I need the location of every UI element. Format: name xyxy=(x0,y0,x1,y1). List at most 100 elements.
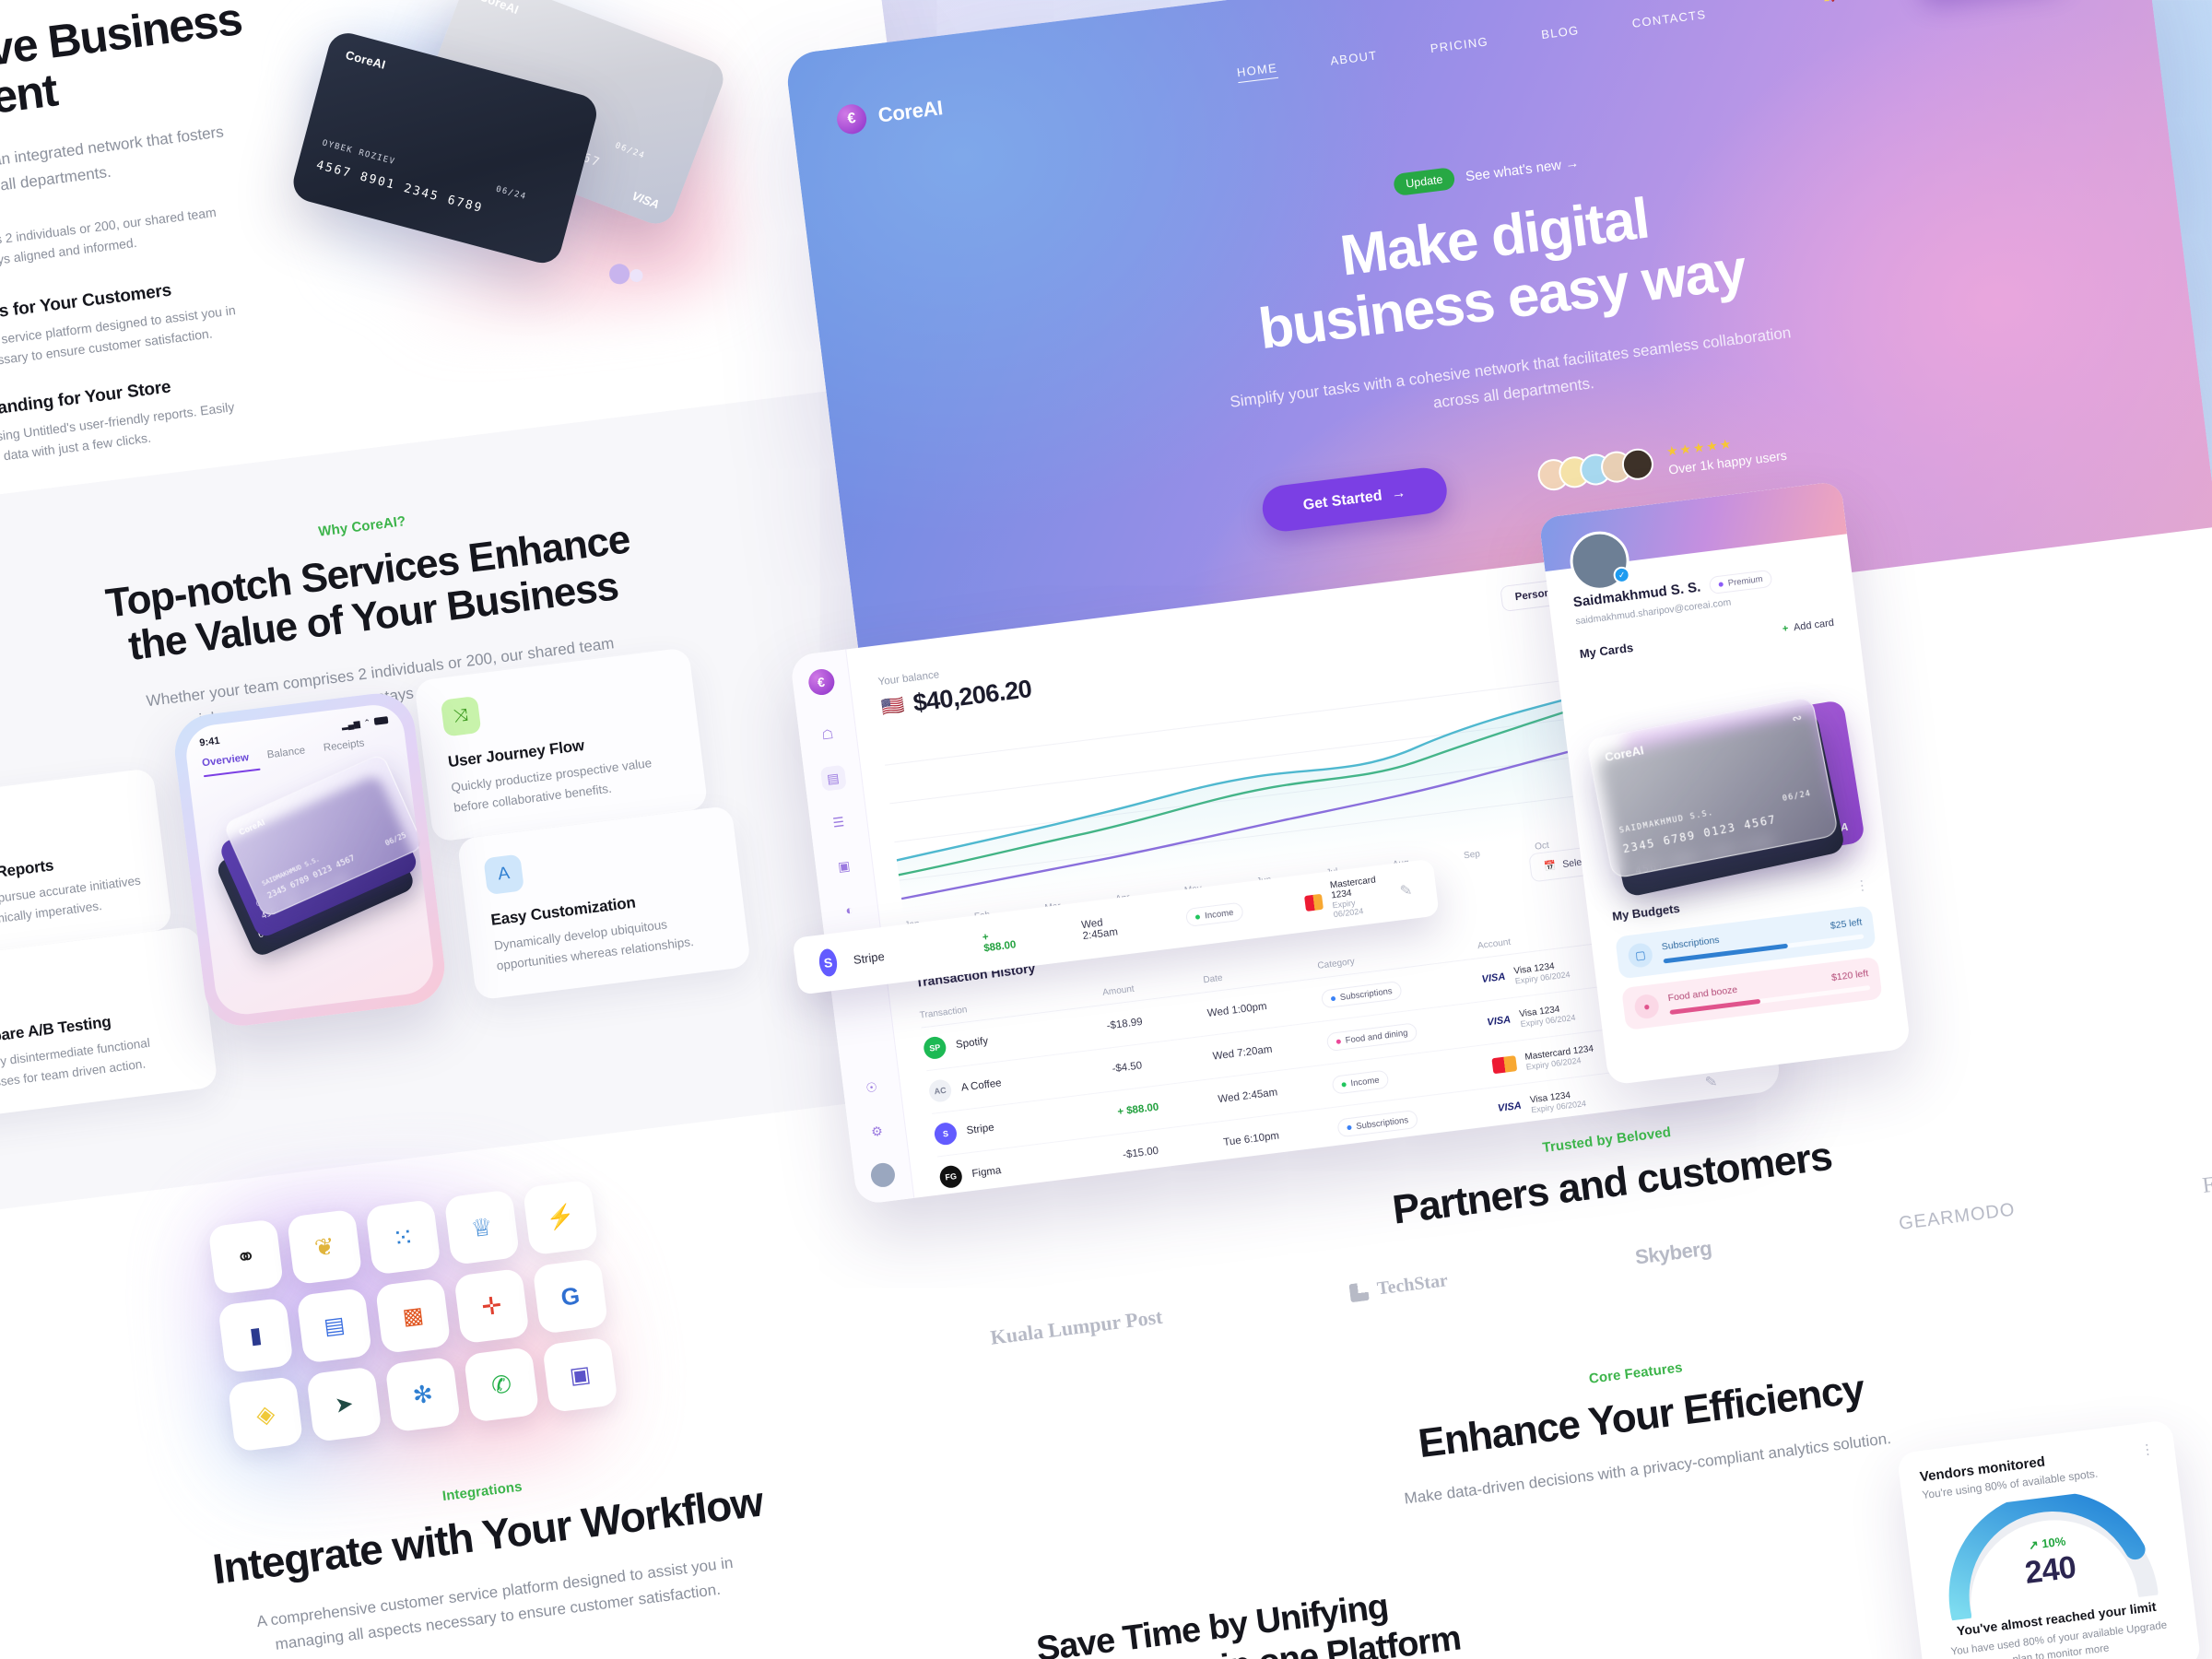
phone-tab-overview[interactable]: Overview xyxy=(202,752,250,769)
integration-tile[interactable]: ⚡ xyxy=(522,1179,599,1256)
transaction-category: Income xyxy=(1185,901,1244,927)
home-icon[interactable]: ☖ xyxy=(814,721,841,747)
delta-value: 10% xyxy=(2041,1534,2067,1551)
kebab-menu-icon[interactable]: ⋮ xyxy=(1854,877,1869,894)
contactless-icon: ∾ xyxy=(1790,710,1804,726)
integration-tile[interactable]: ◈ xyxy=(227,1375,304,1453)
integration-tile[interactable]: ▤ xyxy=(296,1288,373,1364)
customize-icon: A xyxy=(483,853,524,896)
stripe-icon: S xyxy=(818,947,839,978)
kebab-menu-icon[interactable]: ⋮ xyxy=(2139,1441,2155,1459)
integrations-grid: ⚭ ❦ ⁙ ♕ ⚡ ▮ ▤ ▩ ✛ G ◈ ➤ ✻ ✆ ▣ xyxy=(207,1179,618,1453)
edit-icon[interactable]: ✎ xyxy=(1704,1072,1719,1092)
analytics-icon[interactable]: ▤ xyxy=(819,764,847,792)
integration-tile[interactable]: ✛ xyxy=(453,1267,530,1345)
phone-tab-receipts[interactable]: Receipts xyxy=(323,737,365,753)
premium-label: Premium xyxy=(1727,574,1764,589)
transaction-category: Subscriptions xyxy=(1336,1110,1419,1138)
fish-logo: ⚭ xyxy=(234,1241,258,1272)
hero-cta-label: Get Started xyxy=(1301,488,1383,513)
edit-icon[interactable]: ✎ xyxy=(1399,881,1414,901)
budget-label: Food and booze xyxy=(1667,983,1738,1005)
trend-up-icon: ↗ xyxy=(2027,1537,2040,1553)
integration-tile[interactable]: ⁙ xyxy=(365,1199,441,1276)
integration-tile[interactable]: ➤ xyxy=(306,1366,382,1442)
transaction-date: Wed 7:20am xyxy=(1212,1043,1274,1063)
cards-stack: VISA 4567 8901 2345 6789 CoreAI ∾ SAIDMA… xyxy=(1585,695,1866,899)
layers-icon[interactable]: ☰ xyxy=(825,808,852,835)
transaction-name: Stripe xyxy=(966,1122,995,1137)
rocket-icon[interactable]: 🚀 xyxy=(1820,0,1846,5)
nav-link-blog[interactable]: BLOG xyxy=(1540,23,1580,45)
pie-chart-icon[interactable]: ◐ xyxy=(836,897,863,924)
visa-icon: VISA xyxy=(1486,1014,1512,1029)
nav-link-pricing[interactable]: PRICING xyxy=(1430,34,1489,59)
coreai-mark-icon: € xyxy=(835,102,868,136)
transaction-amount: -$4.50 xyxy=(1111,1060,1143,1076)
phone-tab-balance[interactable]: Balance xyxy=(266,745,306,760)
transaction-name: Figma xyxy=(971,1165,1003,1180)
transaction-category: Income xyxy=(1331,1069,1390,1096)
battery-icon xyxy=(373,716,389,725)
calendar-icon: 📅 xyxy=(1543,860,1558,873)
plus-icon: + xyxy=(1781,622,1789,635)
category-label: Income xyxy=(1204,907,1234,922)
add-card-label: Add card xyxy=(1793,617,1835,633)
x-tick: Sep xyxy=(1463,849,1481,862)
phone-status-time: 9:41 xyxy=(198,735,221,749)
transaction-amount: -$15.00 xyxy=(1122,1145,1159,1161)
nav-link-home[interactable]: HOME xyxy=(1236,60,1279,84)
integration-tile[interactable]: ▮ xyxy=(218,1297,294,1374)
techstar-mark-icon xyxy=(1348,1281,1370,1302)
brand-logo[interactable]: € CoreAI xyxy=(835,93,944,136)
right-landing-panel: € CoreAI HOME ABOUT PRICING BLOG CONTACT… xyxy=(783,0,2212,1659)
chef-logo: ♕ xyxy=(469,1211,495,1242)
transaction-date: Wed 2:45am xyxy=(1080,917,1119,943)
card-brand: CoreAI xyxy=(237,818,266,838)
category-dot xyxy=(1330,995,1336,1002)
integration-tile[interactable]: ♕ xyxy=(443,1189,521,1265)
nav-link-about[interactable]: ABOUT xyxy=(1330,48,1379,71)
help-icon[interactable]: ☉ xyxy=(858,1074,885,1100)
transaction-date: Tue 6:10pm xyxy=(1222,1130,1280,1148)
transaction-account: Mastercard 1234 Expiry 06/2024 xyxy=(1524,1043,1594,1072)
leaf-logo: ❦ xyxy=(312,1231,336,1262)
category-dot xyxy=(1195,913,1201,920)
vendors-monitored-card: Vendors monitored You're using 80% of av… xyxy=(1896,1419,2202,1659)
food-icon: ● xyxy=(1633,993,1661,1020)
feature-card-easy-customization[interactable]: A Easy Customization Dynamically develop… xyxy=(456,805,752,1001)
avatar[interactable] xyxy=(868,1161,896,1189)
integration-tile[interactable]: ▩ xyxy=(374,1277,452,1354)
avatar-group xyxy=(1535,446,1655,493)
integration-tile[interactable]: ❦ xyxy=(286,1208,363,1286)
integration-tile[interactable]: ⚭ xyxy=(207,1218,285,1295)
my-budgets-title: My Budgets xyxy=(1611,900,1681,924)
card-brand: CoreAI xyxy=(344,47,388,72)
nav-link-contacts[interactable]: CONTACTS xyxy=(1631,7,1708,34)
budget-label: Subscriptions xyxy=(1661,934,1721,953)
account-expiry: Expiry 06/2024 xyxy=(1525,1054,1582,1072)
integration-tile[interactable]: G xyxy=(532,1258,609,1335)
merchant-avatar: S xyxy=(933,1121,959,1147)
hero-get-started-button[interactable]: Get Started → xyxy=(1260,465,1450,535)
card-expiry: 06/24 xyxy=(613,141,647,161)
transaction-amount: + $88.00 xyxy=(1116,1101,1159,1118)
mastercard-icon xyxy=(1303,893,1324,912)
feature-card-desc: Synergistically pursue accurate initiati… xyxy=(0,873,142,935)
integration-tile[interactable]: ✆ xyxy=(463,1347,540,1423)
gear-icon[interactable]: ⚙ xyxy=(864,1118,890,1145)
flow-icon: ⤨ xyxy=(440,695,482,737)
doc-logo: ▤ xyxy=(322,1312,347,1340)
cards-icon[interactable]: ▣ xyxy=(830,853,857,879)
merchant-avatar: AC xyxy=(927,1078,953,1103)
add-card-button[interactable]: + Add card xyxy=(1782,617,1835,634)
mastercard-icon xyxy=(1491,1054,1518,1074)
integration-tile[interactable]: ✻ xyxy=(384,1356,462,1433)
robot-logo: ▣ xyxy=(568,1360,593,1389)
phone-mockup: 9:41 ▂▄▆ ⌃ Overview Balance Receipts OYB… xyxy=(171,688,450,1030)
category-dot xyxy=(1335,1039,1342,1044)
see-whats-new-link[interactable]: See what's new → xyxy=(1465,155,1580,184)
integration-tile[interactable]: ▣ xyxy=(542,1336,618,1414)
card-expiry: 06/24 xyxy=(494,184,528,202)
transaction-date: Wed 2:45am xyxy=(1217,1087,1278,1106)
